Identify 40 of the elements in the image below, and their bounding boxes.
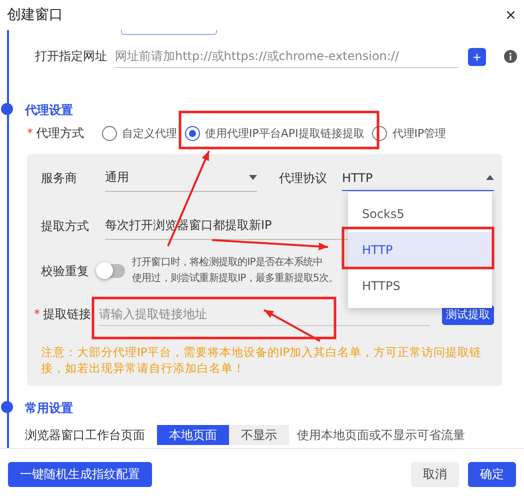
random-config-button[interactable]: 一键随机生成指纹配置: [8, 462, 152, 487]
field-label: 校验重复: [41, 262, 90, 280]
radio-option[interactable]: 代理IP管理: [372, 126, 446, 141]
segment-tab[interactable]: 本地页面: [157, 425, 229, 445]
caret-down-icon: [249, 175, 257, 180]
description-text: 使用过，则尝试重新提取IP，最多重新提取5次。: [132, 272, 338, 286]
radio-option[interactable]: 自定义代理: [102, 126, 177, 141]
add-button[interactable]: +: [468, 48, 486, 66]
provider-select[interactable]: 通用: [105, 164, 257, 192]
section-title: 常用设置: [25, 401, 73, 415]
required-mark: *: [34, 307, 40, 321]
field-label: 打开指定网址: [35, 48, 105, 65]
annotation-arrow: [264, 309, 320, 342]
dropdown-option[interactable]: HTTPS: [348, 268, 492, 304]
field-label: 代理协议: [279, 170, 328, 186]
protocol-select[interactable]: HTTP: [342, 166, 494, 190]
segment-tab[interactable]: 不显示: [229, 425, 289, 445]
info-icon: [504, 50, 517, 63]
dropdown-option[interactable]: HTTP: [348, 232, 492, 268]
hint-text: 使用本地页面或不显示可省流量: [297, 426, 465, 444]
required-mark: *: [27, 126, 33, 140]
field-label: 提取链接: [43, 307, 91, 321]
toggle-switch[interactable]: [98, 264, 125, 278]
dropdown-option[interactable]: Socks5: [348, 196, 492, 232]
description-text: 打开窗口时，将检测提取的IP是否在本系统中: [132, 256, 324, 270]
link-field[interactable]: 请输入提取链接地址: [99, 303, 430, 326]
confirm-button[interactable]: 确定: [468, 462, 516, 487]
cancel-button[interactable]: 取消: [411, 462, 459, 487]
close-button[interactable]: ×: [505, 4, 516, 26]
partial-button[interactable]: [121, 30, 217, 35]
caret-up-icon: [486, 175, 494, 180]
url-field[interactable]: 网址前请加http://或https://或chrome-extension://: [115, 45, 458, 68]
field-label: 服务商: [41, 170, 78, 186]
notice-text: 注意：大部分代理IP平台，需要将本地设备的IP加入其白名单，方可正常访问提取链接，如若出现异常请自行添加白名单！: [41, 344, 483, 376]
field-label: 提取方式: [41, 218, 90, 234]
radio-option[interactable]: 使用代理IP平台API提取链接提取: [185, 126, 364, 141]
window-title: 创建窗口: [7, 6, 63, 24]
section-title: 代理设置: [25, 103, 73, 117]
field-label: 浏览器窗口工作台页面: [25, 426, 146, 444]
field-label: 代理方式: [36, 126, 84, 140]
